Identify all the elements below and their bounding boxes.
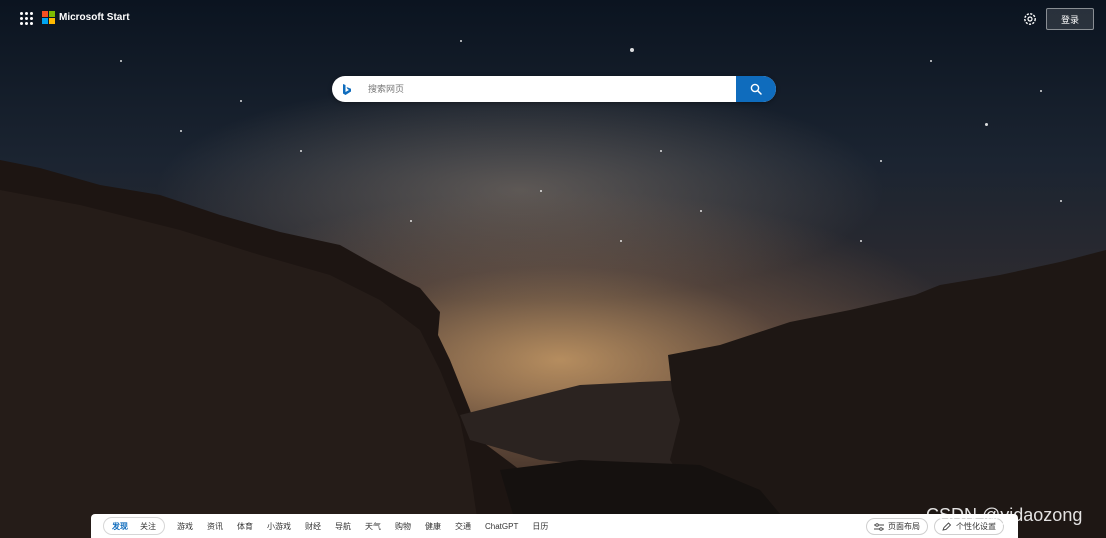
login-button[interactable]: 登录: [1046, 8, 1094, 30]
category-nav: 游戏 资讯 体育 小游戏 财经 导航 天气 购物 健康 交通 ChatGPT 日…: [177, 514, 562, 538]
sliders-icon: [874, 522, 884, 531]
top-bar: Microsoft Start 登录: [0, 0, 1106, 38]
watermark: CSDN @yidaozong: [926, 505, 1083, 525]
search-box: [332, 76, 776, 102]
nav-item-games[interactable]: 游戏: [177, 521, 193, 532]
brand-name: Microsoft Start: [59, 11, 130, 23]
search-icon: [750, 83, 762, 95]
nav-item-mini-games[interactable]: 小游戏: [267, 521, 291, 532]
nav-item-traffic[interactable]: 交通: [455, 521, 471, 532]
nav-item-news[interactable]: 资讯: [207, 521, 223, 532]
nav-item-finance[interactable]: 财经: [305, 521, 321, 532]
page-layout-label: 页面布局: [888, 522, 920, 531]
microsoft-logo-icon: [42, 11, 55, 24]
search-input[interactable]: [368, 76, 728, 102]
feed-tab-group: 发现 关注: [103, 517, 165, 535]
bing-icon: [342, 83, 352, 95]
feed-nav-bar: 发现 关注 游戏 资讯 体育 小游戏 财经 导航 天气 购物 健康 交通 Cha…: [91, 514, 1018, 538]
nav-item-navigation[interactable]: 导航: [335, 521, 351, 532]
brand[interactable]: Microsoft Start: [42, 11, 130, 24]
gear-icon[interactable]: [1022, 11, 1038, 27]
apps-grid-icon[interactable]: [20, 12, 33, 25]
nav-item-calendar[interactable]: 日历: [532, 521, 548, 532]
page-layout-button[interactable]: 页面布局: [866, 518, 928, 535]
tab-discover[interactable]: 发现: [106, 521, 134, 532]
nav-item-shopping[interactable]: 购物: [395, 521, 411, 532]
nav-item-health[interactable]: 健康: [425, 521, 441, 532]
search-button[interactable]: [736, 76, 776, 102]
nav-item-sports[interactable]: 体育: [237, 521, 253, 532]
tab-following[interactable]: 关注: [134, 521, 162, 532]
nav-item-chatgpt[interactable]: ChatGPT: [485, 522, 518, 531]
nav-item-weather[interactable]: 天气: [365, 521, 381, 532]
